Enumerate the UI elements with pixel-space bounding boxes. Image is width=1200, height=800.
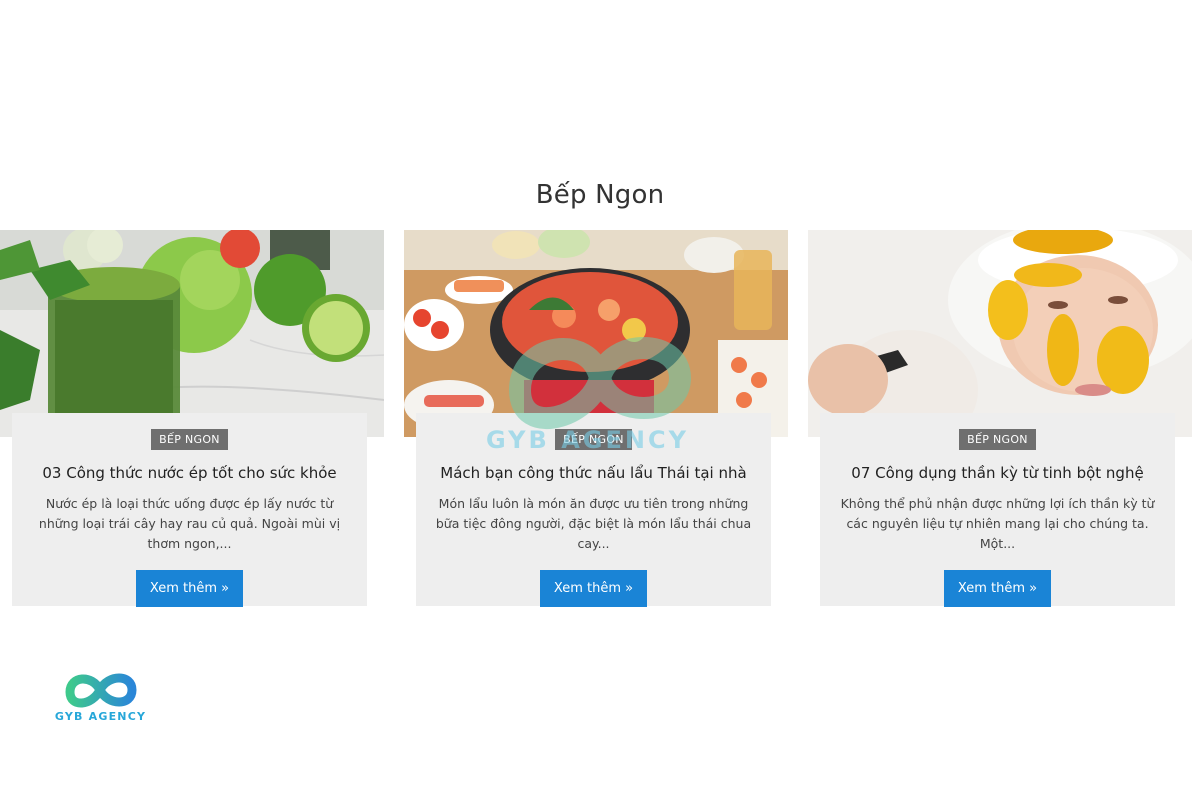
logo-text: GYB AGENCY xyxy=(54,710,147,723)
post-image-green-juice[interactable] xyxy=(0,230,384,437)
category-badge[interactable]: BẾP NGON xyxy=(151,429,228,450)
post-excerpt: Nước ép là loại thức uống được ép lấy nư… xyxy=(38,496,341,551)
section-title: Bếp Ngon xyxy=(535,180,665,210)
post-card: BẾP NGON 03 Công thức nước ép tốt cho sứ… xyxy=(0,230,384,610)
post-card-body: BẾP NGON 03 Công thức nước ép tốt cho sứ… xyxy=(12,413,367,607)
post-title[interactable]: 07 Công dụng thần kỳ từ tinh bột nghệ xyxy=(820,464,1175,482)
post-card-body: BẾP NGON 07 Công dụng thần kỳ từ tinh bộ… xyxy=(820,413,1175,607)
post-image-thai-hotpot[interactable] xyxy=(404,230,788,437)
post-card: BẾP NGON 07 Công dụng thần kỳ từ tinh bộ… xyxy=(808,230,1192,610)
post-excerpt: Món lẩu luôn là món ăn được ưu tiên tron… xyxy=(435,496,752,551)
category-badge[interactable]: BẾP NGON xyxy=(555,429,632,450)
read-more-button[interactable]: Xem thêm » xyxy=(944,570,1051,607)
post-excerpt: Không thể phủ nhận được những lợi ích th… xyxy=(840,496,1155,551)
post-card-body: BẾP NGON Mách bạn công thức nấu lẩu Thái… xyxy=(416,413,771,607)
post-title[interactable]: 03 Công thức nước ép tốt cho sức khỏe xyxy=(12,464,367,482)
post-card: BẾP NGON Mách bạn công thức nấu lẩu Thái… xyxy=(404,230,788,610)
post-image-turmeric-mask[interactable] xyxy=(808,230,1192,437)
category-badge[interactable]: BẾP NGON xyxy=(959,429,1036,450)
post-title[interactable]: Mách bạn công thức nấu lẩu Thái tại nhà xyxy=(416,464,771,482)
read-more-button[interactable]: Xem thêm » xyxy=(136,570,243,607)
read-more-button[interactable]: Xem thêm » xyxy=(540,570,647,607)
